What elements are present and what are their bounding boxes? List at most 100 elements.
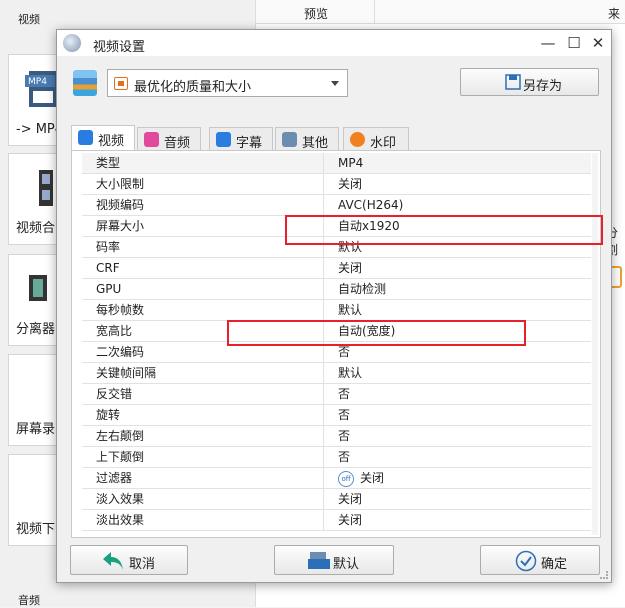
tab-label: 水印 bbox=[370, 136, 397, 151]
setting-name: 过滤器 bbox=[82, 468, 324, 488]
default-label: 默认 bbox=[333, 557, 360, 572]
setting-value[interactable]: AVC(H264) bbox=[324, 195, 591, 215]
off-toggle-icon[interactable]: off bbox=[338, 470, 354, 487]
tool-screen-recorder[interactable]: 屏幕录 bbox=[8, 354, 60, 446]
minimize-icon[interactable]: — bbox=[537, 32, 559, 54]
table-row[interactable]: 旋转否 bbox=[82, 405, 591, 426]
table-row[interactable]: 大小限制 关闭 bbox=[82, 174, 591, 195]
grid-header: 类型 MP4 bbox=[82, 153, 591, 174]
sidebar-video-label: 视频 bbox=[18, 13, 40, 26]
table-row[interactable]: 淡出效果 关闭 bbox=[82, 510, 591, 531]
tool-splitter[interactable]: 分离器 bbox=[8, 254, 60, 346]
setting-value[interactable]: 默认 bbox=[324, 363, 591, 383]
save-icon bbox=[505, 74, 521, 90]
video-settings-dialog: 视频设置 — ☐ ✕ 最优化的质量和大小 另存为 视频 音频 字幕 其他 水印 … bbox=[56, 29, 612, 583]
watermark-icon bbox=[350, 132, 365, 147]
background-list-header: 预览 来 bbox=[256, 0, 625, 24]
header-separator bbox=[374, 0, 375, 24]
cancel-button[interactable]: 取消 bbox=[70, 545, 188, 575]
setting-value[interactable]: 自动检测 bbox=[324, 279, 591, 299]
highlight-aspect-ratio bbox=[227, 320, 526, 346]
setting-name: 淡出效果 bbox=[82, 510, 324, 530]
tool-video-joiner[interactable]: 视频合 bbox=[8, 153, 60, 245]
mp4-thumb-text: MP4 bbox=[28, 77, 47, 87]
save-as-label: 另存为 bbox=[523, 79, 563, 94]
check-circle-icon bbox=[515, 550, 537, 572]
setting-name: 淡入效果 bbox=[82, 489, 324, 509]
undo-arrow-icon bbox=[103, 552, 123, 570]
source-column-header: 来 bbox=[608, 7, 621, 21]
setting-name: GPU bbox=[82, 279, 324, 299]
setting-value[interactable]: 否 bbox=[324, 384, 591, 404]
subtitle-icon bbox=[216, 132, 231, 147]
table-row[interactable]: CRF 关闭 bbox=[82, 258, 591, 279]
tab-subtitle[interactable]: 字幕 bbox=[209, 127, 273, 151]
app-icon bbox=[63, 34, 81, 52]
tab-video[interactable]: 视频 bbox=[71, 125, 135, 151]
tab-label: 音频 bbox=[164, 136, 191, 151]
tab-watermark[interactable]: 水印 bbox=[343, 127, 409, 151]
setting-name: 每秒帧数 bbox=[82, 300, 324, 320]
table-row[interactable]: 反交错否 bbox=[82, 384, 591, 405]
table-row[interactable]: 关键帧间隔 默认 bbox=[82, 363, 591, 384]
setting-value[interactable]: off 关闭 bbox=[324, 468, 591, 488]
close-icon[interactable]: ✕ bbox=[587, 32, 609, 54]
setting-value[interactable]: 关闭 bbox=[324, 510, 591, 530]
resize-grip[interactable] bbox=[600, 571, 608, 579]
tool-label: 视频合 bbox=[16, 221, 56, 236]
save-as-button[interactable]: 另存为 bbox=[460, 68, 599, 96]
setting-name: 左右颠倒 bbox=[82, 426, 324, 446]
setting-value[interactable]: 否 bbox=[324, 405, 591, 425]
preview-column-header: 预览 bbox=[304, 7, 329, 21]
setting-value[interactable]: 否 bbox=[324, 447, 591, 467]
table-row[interactable]: GPU 自动检测 bbox=[82, 279, 591, 300]
sidebar-audio-label: 音频 bbox=[18, 594, 40, 607]
table-row[interactable]: 过滤器 off 关闭 bbox=[82, 468, 591, 489]
table-row[interactable]: 淡入效果 关闭 bbox=[82, 489, 591, 510]
chevron-down-icon bbox=[331, 81, 339, 86]
vertical-scrollbar[interactable] bbox=[592, 153, 598, 535]
music-icon bbox=[144, 132, 159, 147]
preset-dropdown[interactable]: 最优化的质量和大小 bbox=[107, 69, 348, 97]
tab-label: 其他 bbox=[302, 136, 329, 151]
tool-video-downloader[interactable]: 视频下 bbox=[8, 454, 60, 546]
video-preset-icon bbox=[114, 77, 128, 90]
default-button[interactable]: 默认 bbox=[274, 545, 394, 575]
setting-value[interactable]: 否 bbox=[324, 426, 591, 446]
default-preset-icon bbox=[308, 552, 330, 569]
cancel-label: 取消 bbox=[129, 557, 156, 572]
setting-name: 关键帧间隔 bbox=[82, 363, 324, 383]
setting-value[interactable]: 关闭 bbox=[324, 258, 591, 278]
dialog-titlebar[interactable]: 视频设置 — ☐ ✕ bbox=[57, 30, 611, 56]
tool-label: 视频下 bbox=[16, 522, 56, 537]
setting-name: CRF bbox=[82, 258, 324, 278]
table-row[interactable]: 每秒帧数 默认 bbox=[82, 300, 591, 321]
tab-audio[interactable]: 音频 bbox=[137, 127, 201, 151]
table-row[interactable]: 上下颠倒否 bbox=[82, 447, 591, 468]
table-row[interactable]: 左右颠倒否 bbox=[82, 426, 591, 447]
setting-name: 上下颠倒 bbox=[82, 447, 324, 467]
maximize-icon[interactable]: ☐ bbox=[563, 32, 585, 54]
settings-tabs: 视频 音频 字幕 其他 水印 bbox=[71, 125, 601, 151]
setting-value[interactable]: 关闭 bbox=[324, 489, 591, 509]
video-icon bbox=[78, 130, 93, 145]
ok-button[interactable]: 确定 bbox=[480, 545, 600, 575]
type-column-header: 类型 bbox=[82, 153, 324, 173]
tab-label: 视频 bbox=[98, 134, 125, 149]
preset-selected-value: 最优化的质量和大小 bbox=[134, 80, 252, 95]
setting-name: 视频编码 bbox=[82, 195, 324, 215]
setting-value[interactable]: 默认 bbox=[324, 300, 591, 320]
format-column-header: MP4 bbox=[338, 156, 364, 170]
setting-name: 旋转 bbox=[82, 405, 324, 425]
tool-label: 分离器 bbox=[16, 322, 56, 337]
tool-to-mp4[interactable]: MP4 -> MP4 bbox=[8, 54, 63, 146]
setting-value[interactable]: 关闭 bbox=[324, 174, 591, 194]
setting-name: 反交错 bbox=[82, 384, 324, 404]
tool-label: 屏幕录 bbox=[16, 422, 56, 437]
table-row[interactable]: 视频编码 AVC(H264) bbox=[82, 195, 591, 216]
tab-other[interactable]: 其他 bbox=[275, 127, 339, 151]
setting-value-text: 关闭 bbox=[360, 471, 385, 485]
ok-label: 确定 bbox=[541, 557, 568, 572]
highlight-screen-size bbox=[285, 215, 603, 245]
tab-label: 字幕 bbox=[236, 136, 263, 151]
